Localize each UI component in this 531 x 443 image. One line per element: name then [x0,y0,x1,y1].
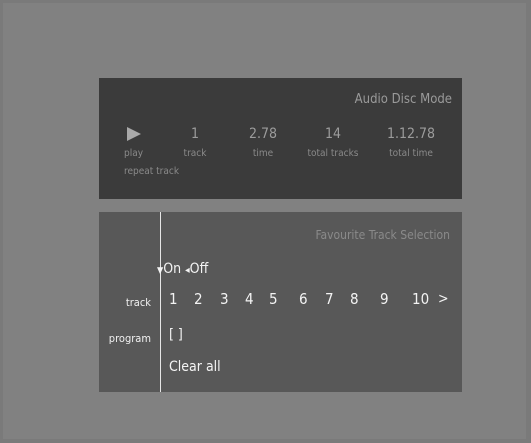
toggle-off[interactable]: Off [190,261,209,277]
program-row-label: program [108,332,151,345]
track-1[interactable]: 1 [169,290,178,308]
track-row-label: track [125,296,151,309]
repeat-track-label[interactable]: repeat track [124,166,179,177]
track-5[interactable]: 5 [269,290,278,308]
next-arrow-icon[interactable]: > [438,291,449,307]
audio-disc-mode-panel: Audio Disc Mode play repeat track 1 trac… [99,78,462,199]
time-value: 2.78 [248,126,278,142]
favourite-track-panel: Favourite Track Selection ▼On ◂Off track… [99,212,462,392]
track-3[interactable]: 3 [220,290,229,308]
on-off-toggle[interactable]: ▼On ◂Off [157,261,208,277]
total-tracks-label: total tracks [307,148,359,159]
track-8[interactable]: 8 [350,290,359,308]
track-value: 1 [190,126,199,142]
total-tracks-value: 14 [324,126,342,142]
selection-divider [160,212,161,392]
track-4[interactable]: 4 [245,290,254,308]
track-10[interactable]: 10 [412,290,429,308]
total-time-label: total time [389,148,433,159]
track-6[interactable]: 6 [299,290,308,308]
track-9[interactable]: 9 [380,290,389,308]
total-time-value: 1.12.78 [386,126,436,142]
track-2[interactable]: 2 [194,290,203,308]
program-slot[interactable]: [ ] [169,327,183,343]
play-label: play [124,148,144,159]
track-7[interactable]: 7 [325,290,334,308]
panel-title: Favourite Track Selection [315,228,450,242]
panel-title: Audio Disc Mode [354,92,452,107]
clear-all-button[interactable]: Clear all [169,359,221,375]
play-icon[interactable] [127,127,141,141]
toggle-on[interactable]: On [163,261,181,277]
time-label: time [252,148,274,159]
track-label: track [183,148,207,159]
